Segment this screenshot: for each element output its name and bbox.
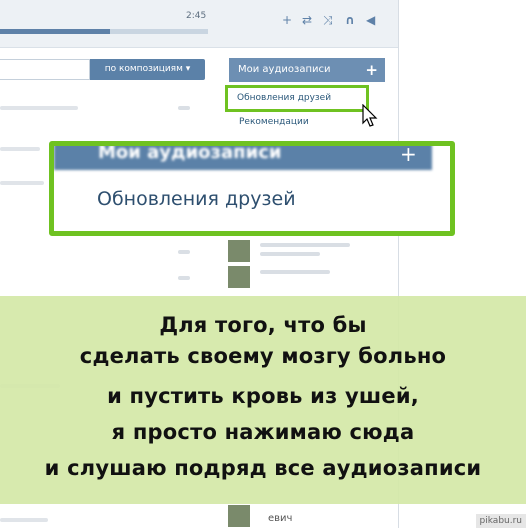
search-input[interactable] bbox=[0, 59, 90, 80]
track-duration bbox=[178, 250, 190, 254]
track-row bbox=[0, 106, 78, 110]
my-audio-label: Мои аудиозаписи bbox=[238, 64, 331, 75]
zoomed-my-audio-header: Мои аудиозаписи bbox=[54, 142, 432, 170]
progress-bar[interactable] bbox=[0, 29, 208, 34]
zoomed-highlight-box: Мои аудиозаписи + Обновления друзей bbox=[49, 141, 455, 236]
feed-line bbox=[260, 252, 320, 256]
add-icon[interactable]: + bbox=[365, 58, 378, 82]
my-audio-header[interactable]: Мои аудиозаписи + bbox=[229, 58, 385, 82]
headphones-icon[interactable]: ∩ bbox=[345, 13, 355, 27]
search-filter-button[interactable]: по композициям ▾ bbox=[90, 59, 205, 80]
broadcast-icon[interactable]: ◀ bbox=[366, 13, 375, 27]
shuffle-icon[interactable]: ⤨ bbox=[323, 13, 333, 27]
feed-line bbox=[260, 243, 350, 247]
feed-line bbox=[260, 270, 330, 274]
add-icon[interactable]: + bbox=[282, 13, 292, 27]
progress-fill bbox=[0, 29, 111, 34]
caption-line: сделать своему мозгу больно bbox=[79, 344, 447, 368]
track-row bbox=[0, 181, 44, 185]
feed-thumbnail bbox=[228, 505, 250, 527]
caption-line: и слушаю подряд все аудиозаписи bbox=[44, 456, 482, 480]
caption-line: и пустить кровь из ушей, bbox=[107, 384, 419, 408]
repeat-icon[interactable]: ⇄ bbox=[302, 13, 312, 27]
feed-thumbnail bbox=[228, 240, 250, 262]
zoomed-header-label: Мои аудиозаписи bbox=[98, 142, 282, 163]
sidebar-item-recommendations[interactable]: Рекомендации bbox=[239, 117, 309, 127]
track-duration bbox=[178, 276, 190, 280]
caption-line: Для того, что бы bbox=[159, 313, 367, 337]
watermark: pikabu.ru bbox=[475, 514, 526, 528]
caption-banner: Для того, что бы сделать своему мозгу бо… bbox=[0, 296, 526, 504]
track-row bbox=[0, 147, 40, 151]
track-row bbox=[0, 518, 48, 522]
zoomed-friends-updates[interactable]: Обновления друзей bbox=[97, 188, 296, 210]
caption-line: я просто нажимаю сюда bbox=[111, 420, 415, 444]
feed-author-name[interactable]: евич bbox=[268, 513, 292, 524]
zoomed-add-icon: + bbox=[400, 142, 417, 166]
feed-thumbnail bbox=[228, 266, 250, 288]
track-duration bbox=[178, 106, 190, 110]
track-time: 2:45 bbox=[186, 11, 207, 21]
sidebar-item-friends-updates[interactable]: Обновления друзей bbox=[225, 85, 369, 112]
audio-player-bar: 2:45 + ⇄ ⤨ ∩ ◀ bbox=[0, 0, 398, 48]
mouse-cursor-icon bbox=[362, 104, 378, 127]
